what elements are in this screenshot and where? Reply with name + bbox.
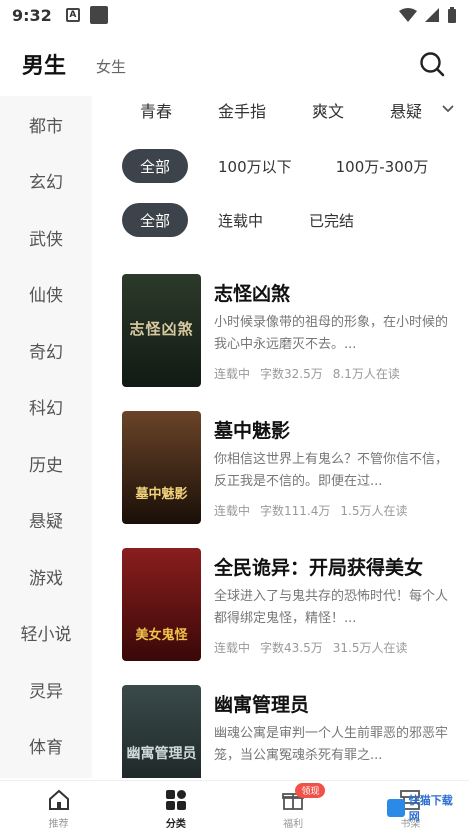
filter-all-status[interactable]: 全部: [122, 203, 188, 237]
chevron-down-icon[interactable]: [441, 102, 455, 116]
book-list: 志怪凶煞 志怪凶煞 小时候录像带的祖母的形象，在小时候的我心中永远磨灭不去。..…: [122, 274, 469, 778]
book-meta: 连载中 字数111.4万 1.5万人在读: [214, 502, 459, 519]
book-cover[interactable]: 美女鬼怪: [122, 548, 201, 661]
nav-label-category: 分类: [165, 818, 186, 830]
battery-icon: [448, 7, 456, 23]
genre-tabs: 青春 金手指 爽文 悬疑: [110, 96, 469, 124]
book-title[interactable]: 墓中魅影: [214, 416, 459, 443]
sidebar-item-wuxia[interactable]: 武侠: [0, 209, 92, 266]
filter-completed[interactable]: 已完结: [309, 203, 354, 237]
book-meta: 连载中 字数43.5万 31.5万人在读: [214, 639, 459, 656]
book-description: 全球进入了与鬼共存的恐怖时代！每个人都得绑定鬼怪，精怪！...: [214, 589, 449, 626]
sidebar-item-lingyi[interactable]: 灵异: [0, 661, 92, 718]
nav-label-recommend: 推荐: [48, 818, 69, 830]
cover-title: 美女鬼怪: [135, 628, 188, 643]
sidebar-item-xianxia[interactable]: 仙侠: [0, 266, 92, 323]
sidebar-item-kehuan[interactable]: 科幻: [0, 379, 92, 436]
genre-tab-xuanyi[interactable]: 悬疑: [390, 98, 422, 122]
tab-female[interactable]: 女生: [96, 56, 126, 77]
search-button[interactable]: [417, 49, 447, 79]
book-item[interactable]: 墓中魅影 墓中魅影 你相信这世界上有鬼么？不管你信不信，反正我是不信的。即便在过…: [122, 411, 469, 548]
book-cover[interactable]: 志怪凶煞: [122, 274, 201, 387]
book-cover[interactable]: 幽寓管理员: [122, 685, 201, 778]
genre-tab-jinshouzhi[interactable]: 金手指: [218, 98, 266, 122]
genre-tab-shuangwen[interactable]: 爽文: [312, 98, 344, 122]
cover-title: 志怪凶煞: [129, 320, 194, 338]
sidebar-item-qihuan[interactable]: 奇幻: [0, 322, 92, 379]
welfare-badge: 领现: [295, 783, 326, 798]
status-bar: 9:32 A: [0, 0, 469, 30]
book-readers: 31.5万人在读: [332, 641, 408, 655]
signal-icon: [425, 8, 439, 22]
book-cover[interactable]: 墓中魅影: [122, 411, 201, 524]
book-meta: 连载中 字数32.5万 8.1万人在读: [214, 365, 459, 382]
filter-100w-300w[interactable]: 100万-300万: [336, 149, 429, 183]
book-description: 小时候录像带的祖母的形象，在小时候的我心中永远磨灭不去。...: [214, 315, 449, 352]
top-header: 男生 女生: [0, 36, 469, 92]
book-readers: 1.5万人在读: [340, 504, 408, 518]
sidebar-item-qingxiaoshuo[interactable]: 轻小说: [0, 605, 92, 662]
sidebar-item-xuanyi[interactable]: 悬疑: [0, 492, 92, 549]
book-word-count: 字数111.4万: [260, 504, 331, 518]
search-icon: [420, 52, 445, 77]
genre-tab-qingchun[interactable]: 青春: [140, 98, 172, 122]
notification-square-icon: [89, 6, 108, 24]
book-status: 连载中: [214, 504, 251, 518]
cover-title: 幽寓管理员: [126, 746, 197, 762]
book-item[interactable]: 美女鬼怪 全民诡异：开局获得美女 全球进入了与鬼共存的恐怖时代！每个人都得绑定鬼…: [122, 548, 469, 685]
book-word-count: 字数43.5万: [260, 641, 323, 655]
wifi-icon: [399, 8, 417, 22]
watermark-logo: 快猫下载网: [387, 790, 463, 826]
nav-recommend[interactable]: 推荐: [0, 781, 117, 836]
status-filter: 全部 连载中 已完结: [122, 203, 354, 237]
sidebar-item-tiyu[interactable]: 体育: [0, 718, 92, 775]
book-title[interactable]: 志怪凶煞: [214, 279, 459, 306]
nav-label-welfare: 福利: [283, 818, 304, 830]
notification-a-icon: A: [65, 8, 80, 22]
filter-under-100w[interactable]: 100万以下: [218, 149, 292, 183]
book-readers: 8.1万人在读: [332, 367, 400, 381]
nav-welfare[interactable]: 领现 福利: [235, 781, 352, 836]
nav-category[interactable]: 分类: [117, 781, 234, 836]
book-title[interactable]: 全民诡异：开局获得美女: [214, 553, 459, 580]
book-description: 幽魂公寓是审判一个人生前罪恶的邪恶牢笼，当公寓冤魂杀死有罪之...: [214, 726, 449, 763]
watermark-text: 快猫下载网: [408, 794, 453, 823]
sidebar-item-dushi[interactable]: 都市: [0, 96, 92, 153]
book-title[interactable]: 幽寓管理员: [214, 690, 459, 717]
filter-all-words[interactable]: 全部: [122, 149, 188, 183]
status-time: 9:32: [12, 5, 52, 25]
watermark-icon: [387, 799, 405, 817]
sidebar-item-xuanhuan[interactable]: 玄幻: [0, 153, 92, 210]
tab-male[interactable]: 男生: [22, 48, 66, 80]
book-item[interactable]: 幽寓管理员 幽寓管理员 幽魂公寓是审判一个人生前罪恶的邪恶牢笼，当公寓冤魂杀死有…: [122, 685, 469, 778]
cover-title: 墓中魅影: [135, 487, 188, 502]
category-icon: [165, 789, 186, 810]
category-sidebar: 都市 玄幻 武侠 仙侠 奇幻 科幻 历史 悬疑 游戏 轻小说 灵异 体育: [0, 96, 92, 778]
home-icon: [48, 789, 69, 810]
sidebar-item-youxi[interactable]: 游戏: [0, 548, 92, 605]
book-status: 连载中: [214, 641, 251, 655]
book-status: 连载中: [214, 367, 251, 381]
sidebar-item-lishi[interactable]: 历史: [0, 435, 92, 492]
word-count-filter: 全部 100万以下 100万-300万: [122, 149, 428, 183]
book-item[interactable]: 志怪凶煞 志怪凶煞 小时候录像带的祖母的形象，在小时候的我心中永远磨灭不去。..…: [122, 274, 469, 411]
filter-serializing[interactable]: 连载中: [218, 203, 263, 237]
book-description: 你相信这世界上有鬼么？不管你信不信，反正我是不信的。即便在过...: [214, 452, 449, 489]
book-word-count: 字数32.5万: [260, 367, 323, 381]
